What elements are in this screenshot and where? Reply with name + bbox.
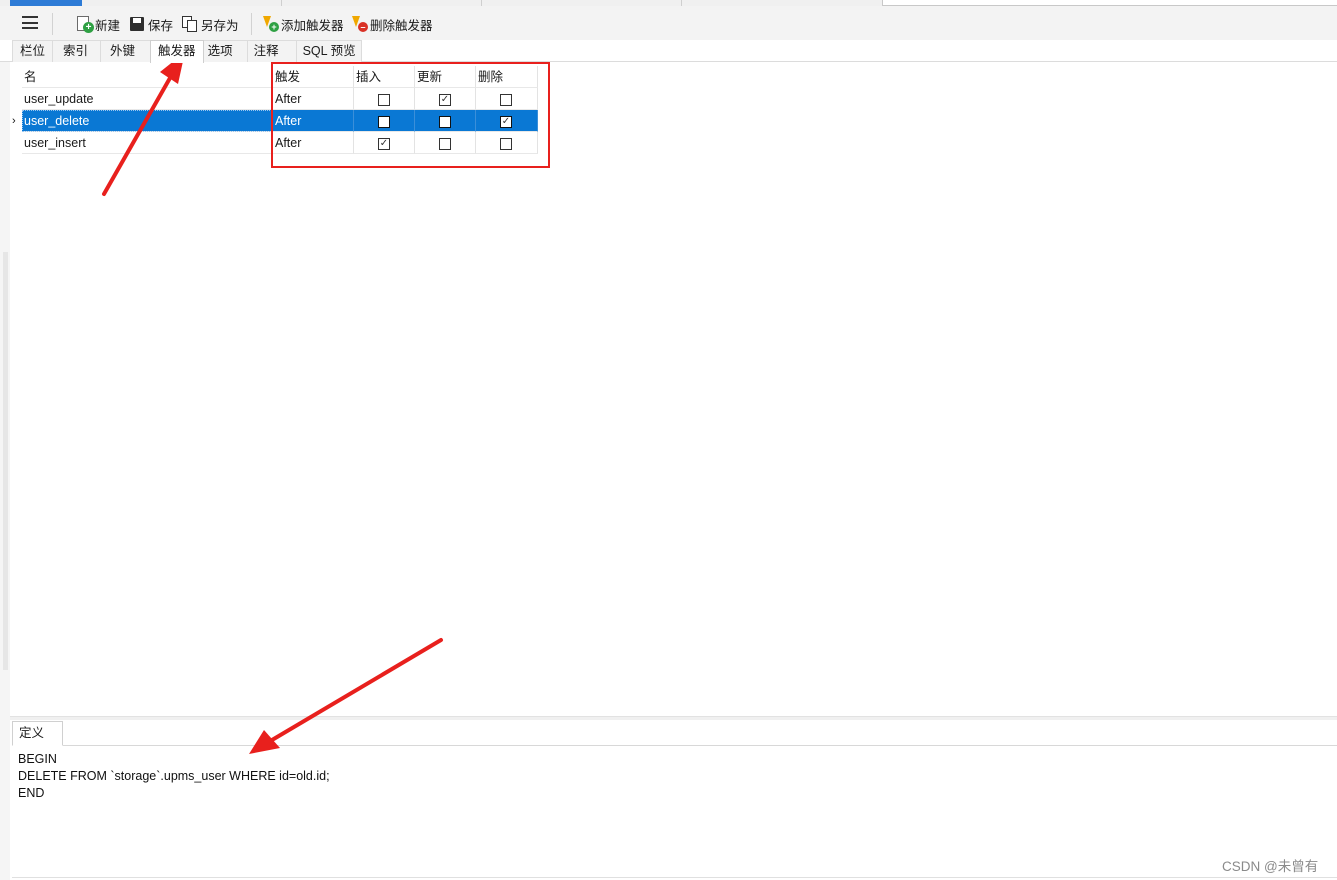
delete-checkbox[interactable] — [500, 94, 512, 106]
bottom-border — [12, 877, 1337, 878]
trigger-fires-cell[interactable]: After — [273, 132, 354, 154]
left-edge-bar — [0, 62, 10, 880]
column-header-fires[interactable]: 触发 — [273, 66, 354, 88]
tab-definition[interactable]: 定义 — [12, 721, 63, 746]
watermark: CSDN @未曾有 — [1222, 859, 1319, 874]
scrollbar-thumb[interactable] — [3, 252, 8, 670]
update-checkbox[interactable] — [439, 138, 451, 150]
row-pointer-icon: › — [12, 115, 16, 127]
definition-tabs: 定义 — [12, 721, 1337, 746]
trigger-fires-cell[interactable]: After — [273, 88, 354, 110]
new-button-label: 新建 — [95, 18, 121, 33]
update-checkbox-checked[interactable]: ✓ — [439, 94, 451, 106]
insert-cell — [354, 88, 415, 110]
tab-triggers[interactable]: 触发器 — [150, 40, 204, 63]
tab-foreign-keys[interactable]: 外键 — [100, 40, 152, 62]
save-icon — [129, 16, 145, 32]
column-header-delete[interactable]: 删除 — [476, 66, 538, 88]
table-row[interactable]: user_update After ✓ — [12, 88, 538, 110]
panel-splitter[interactable] — [10, 716, 1337, 720]
save-button-label: 保存 — [148, 18, 174, 33]
tab-options[interactable]: 选项 — [202, 40, 248, 62]
property-tabs: 栏位 索引 外键 触发器 选项 注释 SQL 预览 — [12, 40, 362, 63]
delete-cell: ✓ — [476, 110, 538, 132]
delete-checkbox[interactable] — [500, 138, 512, 150]
save-as-icon — [182, 16, 198, 32]
add-trigger-button[interactable]: + 添加触发器 — [262, 14, 344, 34]
save-button[interactable]: 保存 — [129, 14, 173, 34]
code-line: DELETE FROM `storage`.upms_user WHERE id… — [18, 769, 330, 783]
insert-cell: ✓ — [354, 132, 415, 154]
save-as-button[interactable]: 另存为 — [182, 14, 239, 34]
trigger-name-cell[interactable]: user_insert — [22, 132, 272, 154]
delete-cell — [476, 88, 538, 110]
update-checkbox[interactable] — [439, 116, 451, 128]
definition-editor[interactable]: BEGIN DELETE FROM `storage`.upms_user WHE… — [18, 751, 330, 802]
insert-checkbox-checked[interactable]: ✓ — [378, 138, 390, 150]
delete-checkbox-checked[interactable]: ✓ — [500, 116, 512, 128]
insert-checkbox[interactable] — [378, 94, 390, 106]
add-trigger-label: 添加触发器 — [281, 18, 344, 33]
code-line: BEGIN — [18, 752, 57, 766]
toolbar-separator — [251, 13, 252, 35]
delete-trigger-button[interactable]: – 删除触发器 — [351, 14, 433, 34]
table-row[interactable]: user_insert After ✓ — [12, 132, 538, 154]
update-cell — [415, 110, 476, 132]
tab-comments[interactable]: 注释 — [246, 40, 297, 62]
delete-trigger-label: 删除触发器 — [370, 18, 433, 33]
column-header-insert[interactable]: 插入 — [354, 66, 415, 88]
tab-sql-preview[interactable]: SQL 预览 — [295, 40, 362, 62]
trigger-fires-cell[interactable]: After — [273, 110, 354, 132]
insert-checkbox[interactable] — [378, 116, 390, 128]
column-header-name[interactable]: 名 — [22, 66, 272, 88]
insert-cell — [354, 110, 415, 132]
trigger-name-cell[interactable]: user_delete — [22, 110, 272, 132]
update-cell — [415, 132, 476, 154]
tab-indexes[interactable]: 索引 — [52, 40, 102, 62]
grid-header: 名 触发 插入 更新 删除 — [12, 66, 538, 88]
trigger-name-cell[interactable]: user_update — [22, 88, 272, 110]
add-trigger-icon: + — [262, 16, 279, 32]
delete-cell — [476, 132, 538, 154]
tab-columns[interactable]: 栏位 — [12, 40, 54, 62]
code-line: END — [18, 786, 45, 800]
toolbar: + 新建 保存 另存为 + 添加触发器 – 删除触发器 — [0, 6, 1337, 40]
toolbar-separator — [52, 13, 53, 35]
column-header-update[interactable]: 更新 — [415, 66, 476, 88]
table-row-selected[interactable]: › user_delete After ✓ — [12, 110, 538, 132]
new-button[interactable]: + 新建 — [76, 14, 120, 34]
update-cell: ✓ — [415, 88, 476, 110]
menu-icon[interactable] — [22, 16, 38, 29]
save-as-button-label: 另存为 — [201, 18, 239, 33]
delete-trigger-icon: – — [351, 16, 368, 32]
new-icon: + — [76, 16, 94, 33]
